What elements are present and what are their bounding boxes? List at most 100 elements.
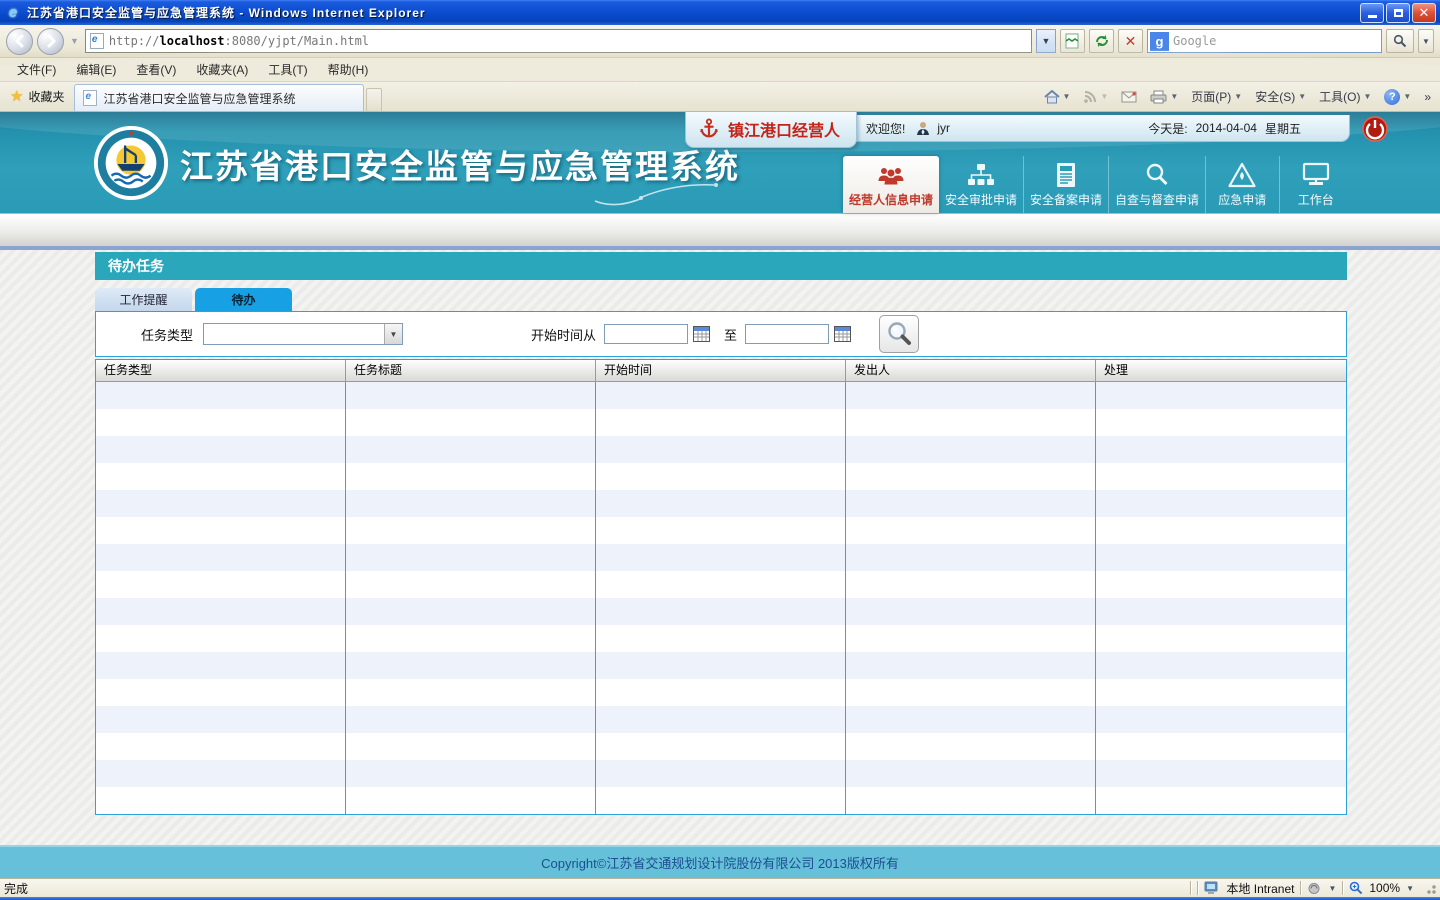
page-menu-label: 页面(P): [1191, 88, 1231, 105]
zone-label: 本地 Intranet: [1226, 880, 1294, 897]
menu-tools[interactable]: 工具(T): [259, 58, 316, 81]
history-dropdown[interactable]: ▼: [70, 36, 79, 46]
calendar-icon: [834, 326, 851, 342]
menu-favorites[interactable]: 收藏夹(A): [187, 58, 257, 81]
top-navigation: 经营人信息申请 安全审批申请 安全备案申请: [843, 156, 1352, 213]
search-options-dropdown[interactable]: ▼: [1418, 29, 1434, 53]
printer-icon: [1150, 90, 1167, 104]
org-badge: 镇江港口经营人: [685, 112, 857, 148]
status-separator: [1300, 881, 1301, 895]
overflow-chevron[interactable]: »: [1419, 88, 1436, 106]
document-icon: [1054, 160, 1078, 188]
column-header-start-time[interactable]: 开始时间: [596, 360, 846, 381]
mail-button[interactable]: [1116, 89, 1142, 105]
zoom-level[interactable]: 100%: [1369, 881, 1400, 895]
site-footer: Copyright©江苏省交通规划设计院股份有限公司 2013版权所有: [0, 845, 1440, 878]
nav-item-safety-filing[interactable]: 安全备案申请: [1023, 156, 1108, 213]
task-type-select[interactable]: ▼: [203, 323, 403, 345]
close-button[interactable]: ✕: [1412, 3, 1436, 23]
end-date-calendar-button[interactable]: [833, 326, 851, 343]
help-dropdown-arrow: ▼: [1403, 92, 1411, 101]
favorites-button[interactable]: ★ 收藏夹: [4, 83, 74, 111]
panel-tabs: 工作提醒 待办: [95, 288, 1347, 311]
column-header-sender[interactable]: 发出人: [846, 360, 1096, 381]
page-icon: e: [90, 33, 104, 49]
menu-bar: 文件(F) 编辑(E) 查看(V) 收藏夹(A) 工具(T) 帮助(H): [0, 58, 1440, 82]
nav-item-safety-approval[interactable]: 安全审批申请: [939, 156, 1023, 213]
new-tab-stub[interactable]: [366, 88, 382, 111]
compatibility-view-button[interactable]: [1060, 29, 1085, 53]
nav-item-label: 安全审批申请: [945, 191, 1017, 208]
mail-icon: [1121, 91, 1137, 103]
magnifier-icon: [1144, 160, 1170, 188]
page-menu-button[interactable]: 页面(P) ▼: [1186, 86, 1247, 107]
zoom-dropdown[interactable]: ▼: [1406, 884, 1414, 893]
table-column: [346, 382, 596, 814]
task-table: 任务类型 任务标题 开始时间 发出人 处理: [95, 359, 1347, 815]
protected-mode-dropdown[interactable]: ▼: [1328, 884, 1336, 893]
menu-help[interactable]: 帮助(H): [319, 58, 378, 81]
forward-button[interactable]: [37, 28, 64, 55]
tab-work-reminder[interactable]: 工作提醒: [95, 288, 192, 311]
anchor-icon: [698, 117, 720, 141]
table-header: 任务类型 任务标题 开始时间 发出人 处理: [96, 360, 1346, 382]
date-label: 今天是:: [1148, 120, 1187, 137]
forward-arrow-icon: [44, 34, 58, 48]
search-button[interactable]: [879, 315, 919, 353]
address-toolbar: ▼ e http://localhost:8080/yjpt/Main.html…: [0, 25, 1440, 58]
feeds-button[interactable]: ▼: [1078, 88, 1113, 106]
rss-icon: [1083, 90, 1097, 104]
back-button[interactable]: [6, 28, 33, 55]
web-search-box[interactable]: g Google: [1147, 29, 1382, 53]
address-dropdown-button[interactable]: ▼: [1036, 29, 1056, 53]
date-value: 2014-04-04: [1196, 121, 1257, 135]
google-icon: g: [1150, 32, 1169, 51]
restore-button[interactable]: [1386, 3, 1410, 23]
home-icon: [1044, 90, 1060, 104]
nav-item-operator-info[interactable]: 经营人信息申请: [843, 156, 939, 213]
nav-item-emergency[interactable]: 应急申请: [1205, 156, 1278, 213]
nav-item-self-inspection[interactable]: 自查与督查申请: [1108, 156, 1205, 213]
menu-view[interactable]: 查看(V): [127, 58, 185, 81]
stop-button[interactable]: ✕: [1118, 29, 1143, 53]
url-path: :8080/yjpt/Main.html: [225, 34, 370, 48]
start-from-label: 开始时间从: [531, 325, 596, 344]
task-type-value: [204, 324, 384, 344]
star-icon: ★: [10, 87, 23, 105]
search-go-button[interactable]: [1386, 29, 1414, 53]
safety-menu-button[interactable]: 安全(S) ▼: [1250, 86, 1311, 107]
start-date-calendar-button[interactable]: [692, 326, 710, 343]
address-bar[interactable]: e http://localhost:8080/yjpt/Main.html: [85, 29, 1032, 53]
safety-menu-label: 安全(S): [1255, 88, 1295, 105]
column-header-task-type[interactable]: 任务类型: [96, 360, 346, 381]
nav-item-workbench[interactable]: 工作台: [1279, 156, 1352, 213]
org-badge-label: 镇江港口经营人: [728, 117, 840, 141]
minimize-button[interactable]: [1360, 3, 1384, 23]
protected-mode-icon[interactable]: [1307, 882, 1322, 895]
resize-grip[interactable]: [1424, 882, 1436, 894]
menu-file[interactable]: 文件(F): [8, 58, 65, 81]
tools-menu-button[interactable]: 工具(O) ▼: [1314, 86, 1376, 107]
table-column: [596, 382, 846, 814]
feeds-dropdown-arrow: ▼: [1100, 92, 1108, 101]
url-text: http://localhost:8080/yjpt/Main.html: [109, 34, 369, 48]
tab-todo[interactable]: 待办: [195, 288, 292, 311]
column-header-action[interactable]: 处理: [1096, 360, 1346, 381]
warning-triangle-icon: [1228, 160, 1256, 188]
site-logo: [92, 124, 170, 202]
logout-power-button[interactable]: [1362, 116, 1388, 142]
start-date-input[interactable]: [604, 324, 688, 344]
print-button[interactable]: ▼: [1145, 88, 1183, 106]
menu-edit[interactable]: 编辑(E): [67, 58, 125, 81]
weekday: 星期五: [1265, 120, 1301, 137]
tab-favicon: e: [83, 90, 97, 106]
help-button[interactable]: ? ▼: [1379, 87, 1416, 107]
status-bar: 完成 本地 Intranet ▼ 100% ▼: [0, 878, 1440, 897]
user-avatar-icon: [915, 120, 931, 136]
home-button[interactable]: ▼: [1039, 88, 1076, 106]
end-date-input[interactable]: [745, 324, 829, 344]
refresh-button[interactable]: [1089, 29, 1114, 53]
browser-window: e 江苏省港口安全监管与应急管理系统 - Windows Internet Ex…: [0, 0, 1440, 900]
column-header-task-title[interactable]: 任务标题: [346, 360, 596, 381]
browser-tab[interactable]: e 江苏省港口安全监管与应急管理系统: [74, 84, 364, 111]
